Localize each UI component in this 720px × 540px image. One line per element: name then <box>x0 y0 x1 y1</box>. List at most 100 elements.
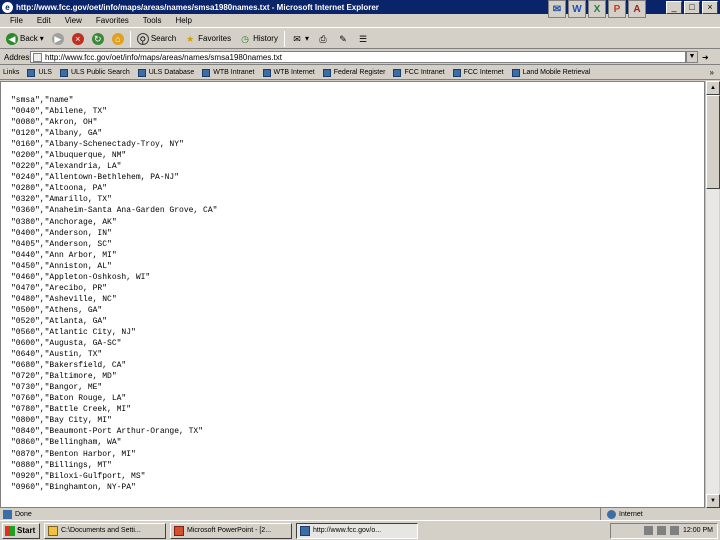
address-input[interactable]: http://www.fcc.gov/oet/info/maps/areas/n… <box>30 51 686 63</box>
scroll-thumb[interactable] <box>706 95 720 189</box>
refresh-button[interactable]: ↻ <box>90 30 106 48</box>
text-line: "0600","Augusta, GA-SC" <box>11 339 122 349</box>
links-bar: Links ULS ULS Public Search ULS Database… <box>0 66 720 80</box>
refresh-icon: ↻ <box>91 32 104 45</box>
back-button[interactable]: ◀ Back ▾ <box>4 30 46 48</box>
internet-globe-icon <box>607 509 616 519</box>
page-content[interactable]: "smsa","name" "0040","Abilene, TX" "0080… <box>0 81 705 508</box>
text-line: "0640","Austin, TX" <box>11 350 103 360</box>
search-label: Search <box>150 34 177 43</box>
link-label: WTB Intranet <box>213 69 255 76</box>
maximize-button[interactable]: □ <box>684 1 700 14</box>
link-wtb-intranet[interactable]: WTB Intranet <box>202 68 255 77</box>
search-button[interactable]: ⚲ Search <box>135 30 178 48</box>
text-line: "0440","Ann Arbor, MI" <box>11 250 117 260</box>
clock[interactable]: 12:00 PM <box>683 527 713 534</box>
text-line: "0840","Beaumont-Port Arthur-Orange, TX" <box>11 427 204 437</box>
search-icon: ⚲ <box>136 32 149 45</box>
volume-icon[interactable] <box>670 526 680 535</box>
link-federal-register[interactable]: Federal Register <box>322 68 386 77</box>
link-wtb-internet[interactable]: WTB Internet <box>262 68 315 77</box>
chevron-down-icon: ▾ <box>39 34 44 43</box>
link-label: FCC Intranet <box>404 69 445 76</box>
address-label: Address <box>4 52 34 62</box>
task-label: http://www.fcc.gov/o... <box>313 527 382 534</box>
text-line: "0870","Benton Harbor, MI" <box>11 449 136 459</box>
mail-icon: ✉ <box>293 33 301 44</box>
stop-button[interactable]: × <box>70 30 86 48</box>
link-page-icon <box>452 68 461 77</box>
edit-button[interactable]: ✎ <box>335 30 351 48</box>
link-uls-public-search[interactable]: ULS Public Search <box>59 68 130 77</box>
scroll-down-button[interactable]: ▼ <box>706 494 720 508</box>
vertical-scrollbar[interactable]: ▲ ▼ <box>705 81 720 508</box>
link-label: ULS <box>38 69 52 76</box>
task-label: Microsoft PowerPoint - [2... <box>187 527 272 534</box>
link-fcc-intranet[interactable]: FCC Intranet <box>393 68 445 77</box>
toolbar-separator <box>129 30 131 47</box>
text-line: "0780","Battle Creek, MI" <box>11 405 132 415</box>
menu-favorites[interactable]: Favorites <box>96 16 129 25</box>
links-more-button[interactable]: » <box>710 68 714 77</box>
menu-bar: File Edit View Favorites Tools Help <box>0 14 720 28</box>
tray-icon[interactable] <box>644 526 654 535</box>
home-button[interactable]: ⌂ <box>110 30 126 48</box>
menu-file[interactable]: File <box>10 16 23 25</box>
link-land-mobile-retrieval[interactable]: Land Mobile Retrieval <box>511 68 590 77</box>
forward-button[interactable]: ▶ <box>50 30 66 48</box>
text-line: "0520","Atlanta, GA" <box>11 316 108 326</box>
favorites-label: Favorites <box>198 34 232 43</box>
menu-tools[interactable]: Tools <box>143 16 162 25</box>
task-powerpoint[interactable]: Microsoft PowerPoint - [2... <box>170 522 292 539</box>
menu-edit[interactable]: Edit <box>37 16 51 25</box>
text-line: "0760","Baton Rouge, LA" <box>11 394 127 404</box>
go-arrow-icon[interactable]: ➜ <box>702 53 709 62</box>
start-button[interactable]: Start <box>2 522 40 539</box>
link-uls[interactable]: ULS <box>27 68 52 77</box>
print-button[interactable]: ⎙ <box>315 30 331 48</box>
favorites-button[interactable]: ★ Favorites <box>182 30 233 48</box>
text-line: "0080","Akron, OH" <box>11 118 98 128</box>
edit-icon: ✎ <box>339 33 347 44</box>
link-page-icon <box>322 68 331 77</box>
task-internet-explorer[interactable]: http://www.fcc.gov/o... <box>296 522 418 539</box>
status-text: Done <box>15 510 32 518</box>
menu-help[interactable]: Help <box>175 16 191 25</box>
ie-icon <box>300 525 310 536</box>
scroll-up-button[interactable]: ▲ <box>706 81 720 95</box>
text-line: "0360","Anaheim-Santa Ana-Garden Grove, … <box>11 206 218 216</box>
address-dropdown-button[interactable]: ▼ <box>686 51 698 63</box>
text-line: "0120","Albany, GA" <box>11 129 103 139</box>
text-line: "0240","Allentown-Bethlehem, PA-NJ" <box>11 173 180 183</box>
link-label: FCC Internet <box>463 69 504 76</box>
zone-label: Internet <box>619 510 643 518</box>
history-button[interactable]: ◷ History <box>237 30 280 48</box>
stop-icon: × <box>71 32 84 45</box>
text-line: "0040","Abilene, TX" <box>11 107 108 117</box>
task-explorer-documents[interactable]: C:\Documents and Setti... <box>44 522 166 539</box>
tray-icon[interactable] <box>657 526 667 535</box>
address-bar: Address http://www.fcc.gov/oet/info/maps… <box>0 50 720 65</box>
text-line: "0680","Bakersfield, CA" <box>11 361 127 371</box>
menu-view[interactable]: View <box>65 16 82 25</box>
page-icon <box>33 52 42 62</box>
mail-button[interactable]: ✉ ▾ <box>289 30 311 48</box>
close-button[interactable]: × <box>702 1 718 14</box>
link-label: Federal Register <box>333 69 386 76</box>
links-label: Links <box>3 69 20 76</box>
history-icon: ◷ <box>241 33 249 44</box>
text-line: "0880","Billings, MT" <box>11 460 112 470</box>
text-line: "0380","Anchorage, AK" <box>11 217 117 227</box>
text-line: "0160","Albany-Schenectady-Troy, NY" <box>11 140 184 150</box>
link-uls-database[interactable]: ULS Database <box>137 68 194 77</box>
link-page-icon <box>59 68 68 77</box>
discuss-button[interactable]: ☰ <box>355 30 371 48</box>
chevron-down-icon: ▾ <box>304 34 309 43</box>
window-controls: _ □ × <box>666 1 718 14</box>
text-line: "0405","Anderson, SC" <box>11 239 112 249</box>
text-line: "0730","Bangor, ME" <box>11 383 103 393</box>
minimize-button[interactable]: _ <box>666 1 682 14</box>
link-page-icon <box>27 68 36 77</box>
text-line: "0470","Arecibo, PR" <box>11 283 108 293</box>
link-fcc-internet[interactable]: FCC Internet <box>452 68 504 77</box>
